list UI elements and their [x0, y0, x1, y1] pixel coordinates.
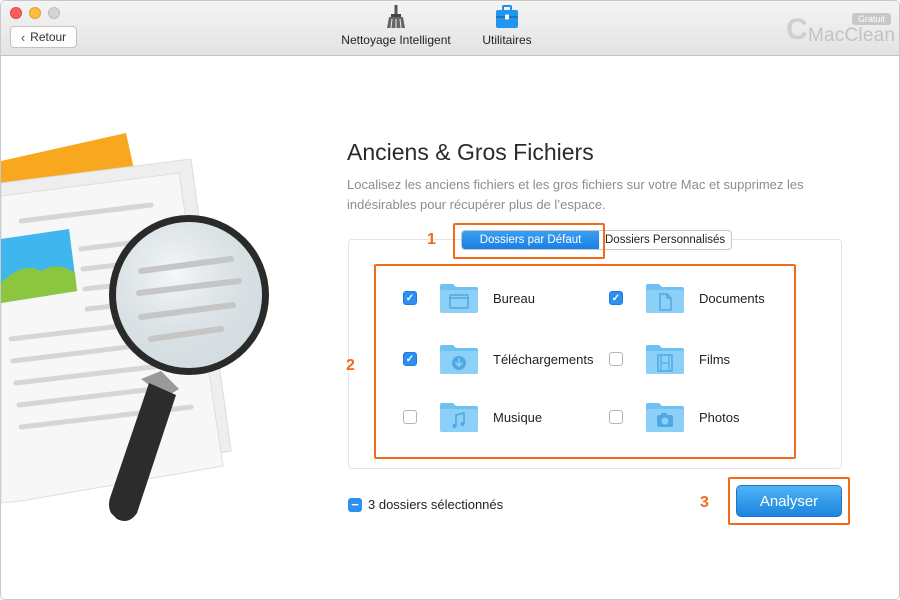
page-title: Anciens & Gros Fichiers — [347, 139, 594, 165]
brand-logo: Gratuit C MacClean — [786, 13, 895, 46]
close-window-button[interactable] — [10, 7, 22, 19]
chevron-left-icon: ‹ — [20, 29, 26, 45]
annotation-box-1 — [453, 223, 605, 259]
tab-custom-folders[interactable]: Dossiers Personnalisés — [599, 231, 731, 249]
nav-smart-cleaning-label: Nettoyage Intelligent — [341, 33, 451, 47]
free-badge: Gratuit — [851, 13, 891, 25]
select-all-checkbox[interactable]: − — [348, 497, 362, 512]
back-button-label: Retour — [30, 30, 67, 44]
brand-name: MacClean — [808, 25, 896, 46]
zoom-window-button[interactable] — [48, 7, 60, 19]
annotation-number-3: 3 — [700, 494, 709, 511]
nav-utilities-label: Utilitaires — [482, 33, 532, 47]
annotation-number-2: 2 — [346, 357, 355, 374]
selection-status-label: 3 dossiers sélectionnés — [368, 497, 504, 512]
documents-magnifier-illustration — [1, 133, 269, 521]
annotation-number-1: 1 — [427, 231, 436, 248]
nav-utilities[interactable]: Utilitaires — [477, 5, 537, 47]
nav-smart-cleaning[interactable]: Nettoyage Intelligent — [341, 5, 451, 47]
back-button[interactable]: ‹ Retour — [10, 26, 77, 48]
toolbox-icon — [496, 5, 518, 28]
app-window: ‹ Retour Nettoyage Intelligent Utilitair… — [0, 0, 900, 600]
annotation-box-3 — [728, 477, 850, 525]
minimize-window-button[interactable] — [29, 7, 41, 19]
selection-status[interactable]: − 3 dossiers sélectionnés — [348, 497, 503, 512]
annotation-box-2 — [374, 264, 796, 459]
brand-c-mark: C — [786, 13, 808, 46]
page-description: Localisez les anciens fichiers et les gr… — [347, 177, 804, 212]
broom-icon — [387, 5, 405, 29]
toolbar: ‹ Retour Nettoyage Intelligent Utilitair… — [1, 1, 899, 56]
